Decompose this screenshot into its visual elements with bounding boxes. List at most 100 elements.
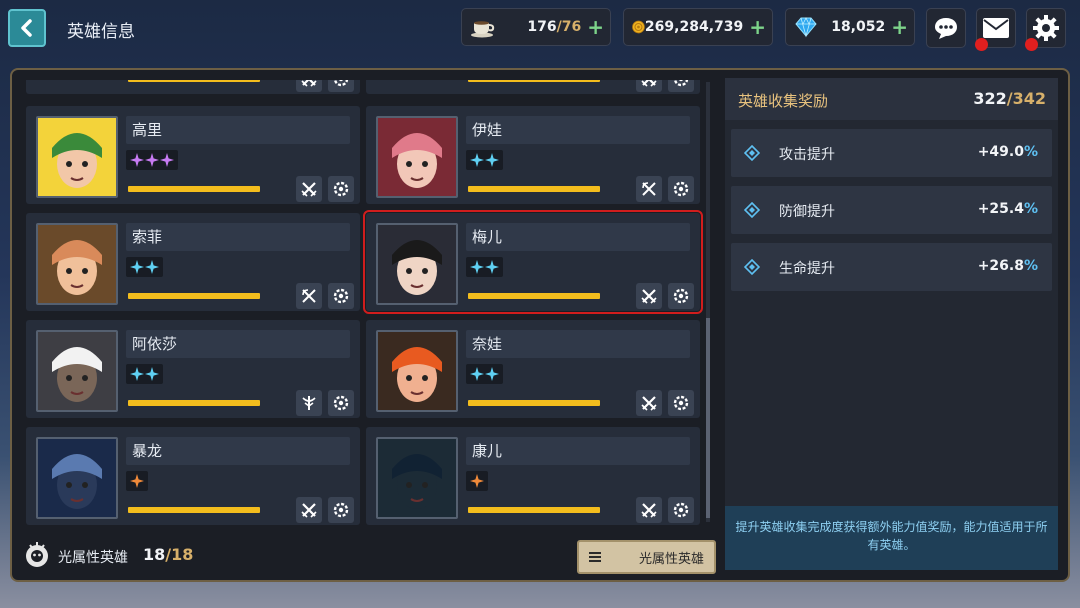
star-icon <box>145 260 159 274</box>
bonus-label: 攻击提升 <box>779 147 835 163</box>
stamina-max: 76 <box>561 19 582 35</box>
hero-star-rating <box>126 257 163 277</box>
hero-card[interactable]: 梅儿 <box>363 210 703 314</box>
hero-card[interactable]: 阿依莎 <box>26 320 360 418</box>
filter-label: 光属性英雄 <box>638 551 704 567</box>
collection-reward-panel: 英雄收集奖励 322/342 攻击提升 +49.0% 防御提升 +25.4% 生… <box>725 78 1058 570</box>
bonus-row: 防御提升 +25.4% <box>731 186 1052 234</box>
hero-role-button[interactable] <box>636 390 662 416</box>
bonus-value: +49.0% <box>978 144 1038 160</box>
hero-settings-button[interactable] <box>668 390 694 416</box>
scrollbar-thumb[interactable] <box>706 318 710 518</box>
gear-icon <box>673 502 689 518</box>
hero-progress-bar <box>128 293 260 299</box>
hero-list-scrollbar[interactable] <box>706 82 710 522</box>
hero-role-button[interactable] <box>636 80 662 92</box>
star-icon <box>470 260 484 274</box>
hero-role-button[interactable] <box>636 497 662 523</box>
hero-card[interactable]: 奈娃 <box>366 320 700 418</box>
star-icon <box>130 367 144 381</box>
add-gem-button[interactable]: + <box>891 17 908 37</box>
star-icon <box>145 153 159 167</box>
hero-star-rating <box>466 150 503 170</box>
chat-button[interactable] <box>926 8 966 48</box>
hero-star-rating <box>126 471 148 491</box>
collection-title: 英雄收集奖励 <box>738 92 829 110</box>
mail-button[interactable] <box>975 8 1016 51</box>
settings-button[interactable] <box>1025 8 1066 51</box>
attribute-hero-count: 18/18 <box>143 545 193 564</box>
staff-icon <box>302 396 316 410</box>
hero-card-partial-left[interactable] <box>26 80 360 94</box>
gear-icon <box>673 395 689 411</box>
hero-role-button[interactable] <box>636 283 662 309</box>
hero-card-partial-right[interactable] <box>366 80 700 94</box>
hero-card[interactable]: 康儿 <box>366 427 700 525</box>
hero-card[interactable]: 暴龙 <box>26 427 360 525</box>
hero-progress-bar <box>468 80 600 82</box>
hero-settings-button[interactable] <box>328 390 354 416</box>
gem-value: 18,052 <box>831 19 886 35</box>
hero-card[interactable]: 伊娃 <box>366 106 700 204</box>
hero-progress-bar <box>128 186 260 192</box>
add-stamina-button[interactable]: + <box>587 17 604 37</box>
hero-star-rating <box>466 471 488 491</box>
stamina-value: 176 <box>527 19 557 35</box>
attribute-filter-button[interactable]: 光属性英雄 <box>577 540 716 574</box>
coffee-cup-icon <box>471 21 495 38</box>
hero-portrait <box>376 437 458 519</box>
hero-settings-button[interactable] <box>328 497 354 523</box>
hero-card[interactable]: 高里 <box>26 106 360 204</box>
star-icon <box>130 474 144 488</box>
bonus-row: 生命提升 +26.8% <box>731 243 1052 291</box>
gold-counter[interactable]: 269,284,739 + <box>623 8 773 46</box>
bonus-row: 攻击提升 +49.0% <box>731 129 1052 177</box>
hero-role-button[interactable] <box>296 80 322 92</box>
hero-settings-button[interactable] <box>328 80 354 92</box>
hero-name: 阿依莎 <box>126 330 350 358</box>
hero-settings-button[interactable] <box>328 176 354 202</box>
hero-role-button[interactable] <box>636 176 662 202</box>
crossed-bows-icon <box>302 289 316 303</box>
star-icon <box>470 367 484 381</box>
hero-role-button[interactable] <box>296 176 322 202</box>
hero-settings-button[interactable] <box>668 283 694 309</box>
diamond-bullet-icon <box>744 259 760 275</box>
owned-count: 18 <box>143 545 166 564</box>
star-icon <box>485 260 499 274</box>
hero-progress-bar <box>128 507 260 513</box>
hero-settings-button[interactable] <box>668 176 694 202</box>
add-gold-button[interactable]: + <box>749 17 766 37</box>
gold-coin-icon <box>632 20 645 34</box>
bonus-label: 防御提升 <box>779 204 835 220</box>
gear-icon <box>333 80 349 87</box>
hero-portrait <box>36 330 118 412</box>
hero-role-button[interactable] <box>296 283 322 309</box>
bonus-unit: % <box>1023 201 1038 217</box>
hero-list[interactable]: 高里 伊娃 索菲 梅儿 阿依莎 奈娃 暴龙 康儿 <box>24 80 714 530</box>
hero-star-rating <box>466 257 503 277</box>
crossed-swords-icon <box>641 503 657 518</box>
hero-progress-bar <box>468 293 600 299</box>
hero-settings-button[interactable] <box>328 283 354 309</box>
hero-role-button[interactable] <box>296 390 322 416</box>
bonus-label: 生命提升 <box>779 261 835 277</box>
bonus-number: +49.0 <box>977 144 1024 160</box>
stamina-counter[interactable]: 176/76 + <box>461 8 611 46</box>
gear-icon <box>673 288 689 304</box>
star-icon <box>470 474 484 488</box>
hero-role-button[interactable] <box>296 497 322 523</box>
hero-progress-bar <box>128 400 260 406</box>
hero-settings-button[interactable] <box>668 80 694 92</box>
chat-bubble-icon <box>935 18 957 39</box>
hero-portrait <box>36 116 118 198</box>
star-icon <box>485 153 499 167</box>
back-button[interactable] <box>8 9 46 47</box>
hero-name: 康儿 <box>466 437 690 465</box>
gem-counter[interactable]: 18,052 + <box>785 8 915 46</box>
hero-portrait <box>376 223 458 305</box>
hero-star-rating <box>126 150 178 170</box>
hero-card[interactable]: 索菲 <box>26 213 360 311</box>
gear-icon <box>673 181 689 197</box>
hero-settings-button[interactable] <box>668 497 694 523</box>
